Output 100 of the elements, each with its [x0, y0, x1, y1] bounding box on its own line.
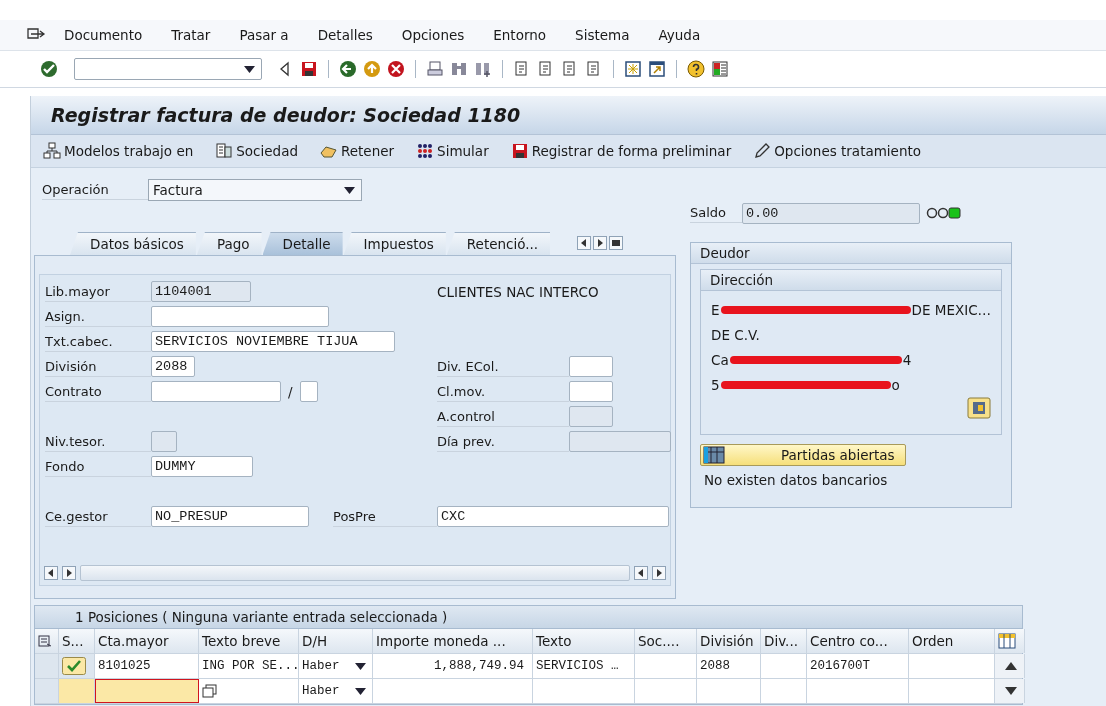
hierarchy-icon[interactable] — [43, 142, 61, 160]
new-session-icon[interactable] — [624, 60, 642, 78]
input-field[interactable]: SERVICIOS NOVIEMBRE TIJUA — [151, 331, 395, 352]
column-header[interactable]: Orden — [909, 629, 995, 653]
layout-icon[interactable] — [711, 60, 729, 78]
caret-icon[interactable] — [344, 186, 355, 194]
account-description: CLIENTES NAC INTERCO — [437, 283, 599, 300]
help-icon[interactable] — [687, 60, 705, 78]
toolbar-button[interactable]: Registrar de forma preliminar — [510, 142, 732, 160]
input-field[interactable] — [569, 356, 613, 377]
menu-item[interactable]: Detalles — [317, 27, 373, 43]
table-cell: 2016700T — [807, 654, 909, 678]
save-icon[interactable] — [510, 142, 529, 160]
column-header[interactable]: Soc.... — [635, 629, 697, 653]
menu-item[interactable]: Pasar a — [239, 27, 289, 43]
caret-icon[interactable] — [355, 662, 366, 670]
toolbar-button[interactable]: Sociedad — [215, 142, 298, 160]
tab-right-icon[interactable] — [593, 236, 608, 250]
balance-field: 0.00 — [742, 202, 920, 224]
tab[interactable]: Datos básicos — [70, 232, 196, 255]
pencil-icon[interactable] — [753, 142, 772, 160]
table-cell: 2088 — [697, 654, 761, 678]
input-field[interactable] — [151, 306, 329, 327]
scrollbar-thumb[interactable] — [80, 565, 630, 581]
column-settings-icon[interactable] — [998, 633, 1016, 649]
column-header[interactable]: Centro co... — [807, 629, 909, 653]
screen-title: Registrar factura de deudor: Sociedad 1180 — [31, 96, 1106, 135]
table-cell: 8101025 — [95, 654, 199, 678]
toolbar-button[interactable]: Simular — [416, 142, 489, 160]
tab[interactable]: Detalle — [262, 232, 343, 255]
menu-item[interactable]: Tratar — [171, 27, 211, 43]
input-field[interactable]: DUMMY — [151, 456, 253, 477]
column-header[interactable]: Div... — [761, 629, 807, 653]
enter-icon[interactable] — [40, 60, 58, 78]
operation-dropdown[interactable]: Factura — [148, 179, 362, 201]
open-items-button[interactable]: Partidas abiertas — [700, 444, 906, 466]
input-field[interactable] — [569, 381, 613, 402]
back-icon[interactable] — [339, 60, 357, 78]
column-header[interactable]: Texto breve — [199, 629, 299, 653]
scroll-down-icon[interactable] — [1005, 687, 1017, 695]
print-icon[interactable] — [426, 60, 444, 78]
tab-list-icon[interactable] — [609, 236, 624, 250]
address-fragment: E — [711, 301, 720, 318]
menu-item[interactable]: Documento — [64, 27, 143, 43]
copy-icon[interactable] — [202, 684, 218, 698]
tab[interactable]: Impuestos — [343, 232, 446, 255]
status-light-icon — [926, 207, 962, 219]
toolbar-button[interactable]: Modelos trabajo en — [43, 142, 194, 160]
input-field[interactable]: NO_PRESUP — [151, 506, 309, 527]
toolbar-button[interactable]: Retener — [320, 142, 395, 160]
menu-item[interactable]: Entorno — [493, 27, 547, 43]
table-title: 1 Posiciones ( Ninguna variante entrada seleccionada ) — [35, 606, 1022, 629]
column-header[interactable]: Cta.mayor — [95, 629, 199, 653]
select-all-icon[interactable] — [38, 635, 52, 647]
scroll-left-icon[interactable] — [44, 566, 58, 580]
save-icon[interactable] — [300, 60, 318, 78]
column-header[interactable]: D/H — [299, 629, 373, 653]
command-field[interactable] — [74, 58, 262, 80]
column-header[interactable]: Texto — [533, 629, 635, 653]
column-header[interactable]: Importe moneda ... — [373, 629, 533, 653]
menu-item[interactable]: Sistema — [575, 27, 630, 43]
bank-data-note: No existen datos bancarios — [704, 472, 889, 488]
address-fragment: 4 — [902, 351, 912, 368]
input-field[interactable] — [95, 679, 199, 703]
separator: / — [288, 383, 293, 400]
toolbar-button[interactable]: Opciones tratamiento — [753, 142, 921, 160]
input-field[interactable] — [299, 381, 318, 402]
input-field[interactable] — [151, 381, 281, 402]
address-fragment: DE MEXIC… — [911, 301, 992, 318]
caret-icon[interactable] — [244, 65, 255, 73]
table-cell: ING POR SE... — [199, 654, 299, 678]
panel-title: Deudor — [691, 243, 1011, 264]
table-icon — [703, 446, 725, 464]
scroll-up-icon[interactable] — [1005, 662, 1017, 670]
scroll-right-icon[interactable] — [62, 566, 76, 580]
input-field[interactable]: CXC — [437, 506, 669, 527]
tab[interactable]: Pago — [196, 232, 262, 255]
scroll-right-icon[interactable] — [652, 566, 666, 580]
address-detail-icon[interactable] — [967, 397, 991, 419]
column-header[interactable]: División — [697, 629, 761, 653]
address-fragment: o — [891, 376, 900, 393]
scroll-left-icon[interactable] — [634, 566, 648, 580]
address-line: DE C.V. — [711, 326, 760, 343]
dots-icon[interactable] — [416, 142, 435, 160]
address-fragment: 5 — [711, 376, 720, 393]
building-icon[interactable] — [215, 142, 234, 160]
caret-icon[interactable] — [355, 687, 366, 695]
input-field[interactable]: 2088 — [151, 356, 195, 377]
check-icon — [62, 657, 86, 675]
shortcut-icon[interactable] — [648, 60, 666, 78]
tab[interactable]: Retenció... — [446, 232, 551, 255]
cancel-icon[interactable] — [387, 60, 405, 78]
menu-item[interactable]: Opciones — [401, 27, 465, 43]
debit-credit-dropdown[interactable]: Haber — [299, 654, 373, 678]
tab-left-icon[interactable] — [577, 236, 592, 250]
panel-title: Dirección — [701, 270, 1001, 291]
menu-item[interactable]: Ayuda — [658, 27, 701, 43]
debit-credit-dropdown[interactable]: Haber — [299, 679, 373, 703]
column-header[interactable]: S... — [59, 629, 95, 653]
table-cell: SERVICIOS … — [533, 654, 635, 678]
